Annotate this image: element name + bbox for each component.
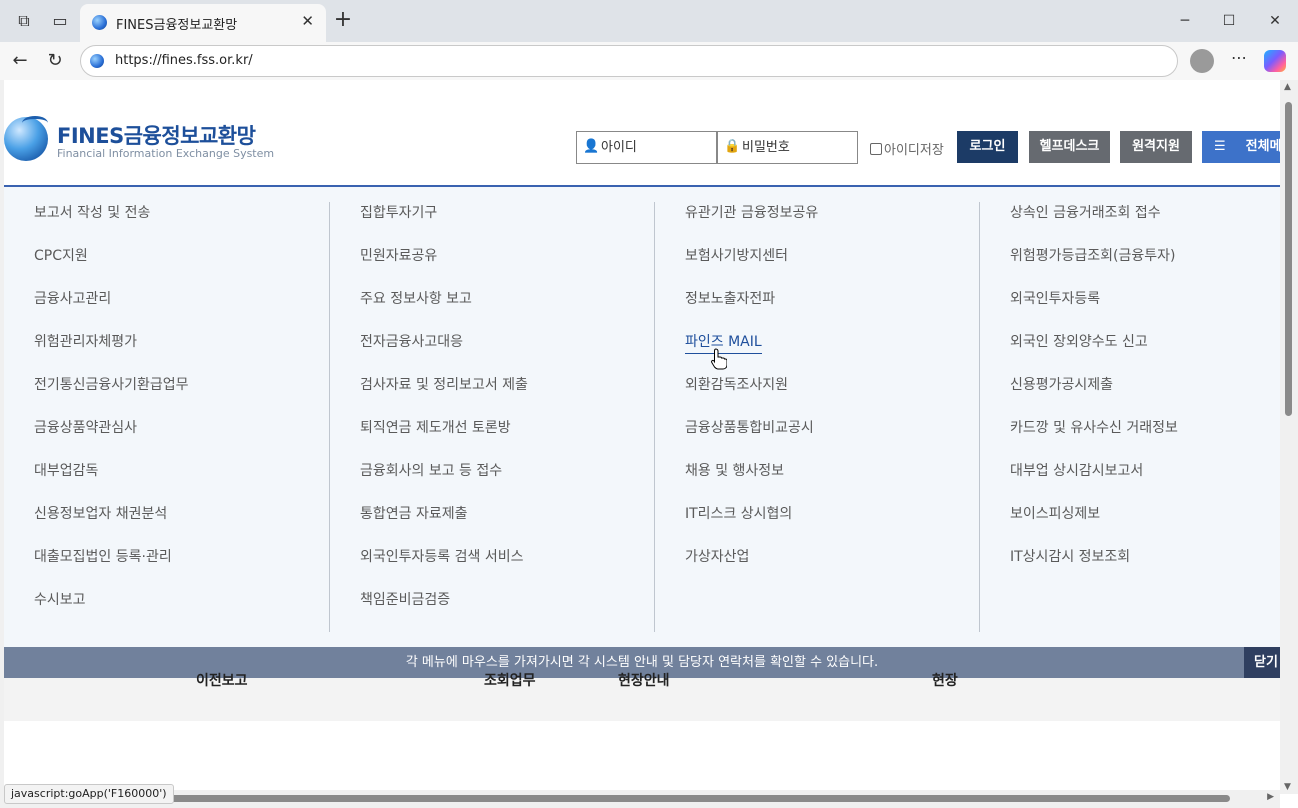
- back-icon[interactable]: ←: [7, 48, 33, 74]
- behind-label: 현장안내: [618, 673, 670, 689]
- url-text[interactable]: https://fines.fss.or.kr/: [115, 53, 253, 68]
- behind-label: 현장: [932, 673, 958, 689]
- menu-item[interactable]: 유관기관 금융정보공유: [685, 202, 818, 222]
- window-close-icon[interactable]: ✕: [1262, 8, 1288, 34]
- menu-column-1: 보고서 작성 및 전송 CPC지원금융사고관리위험관리자체평가전기통신금융사기환급…: [4, 202, 330, 632]
- menu-item[interactable]: 전기통신금융사기환급업무: [34, 374, 189, 394]
- menu-item[interactable]: 검사자료 및 정리보고서 제출: [360, 374, 528, 394]
- new-tab-icon[interactable]: +: [330, 8, 356, 34]
- logo-swoosh: [22, 116, 48, 130]
- menu-item[interactable]: 대출모집법인 등록·관리: [34, 546, 172, 566]
- browser-tab[interactable]: FINES금융정보교환망 ✕: [80, 4, 326, 42]
- menu-item[interactable]: 신용평가공시제출: [1010, 374, 1113, 394]
- menu-item[interactable]: 외국인 장외양수도 신고: [1010, 331, 1148, 351]
- behind-label: 이전보고: [196, 673, 248, 689]
- menu-item[interactable]: 책임준비금검증: [360, 589, 450, 609]
- page-viewport: FINES금융정보교환망 Financial Information Excha…: [4, 80, 1298, 808]
- menu-item[interactable]: 민원자료공유: [360, 245, 437, 265]
- reload-icon[interactable]: ↻: [42, 48, 68, 74]
- tab-actions-icon[interactable]: ▭: [48, 9, 72, 33]
- menu-item[interactable]: 외국인투자등록: [1010, 288, 1100, 308]
- menu-item[interactable]: 주요 정보사항 보고: [360, 288, 472, 308]
- menu-item[interactable]: 신용정보업자 채권분석: [34, 503, 167, 523]
- more-options-icon[interactable]: ⋯: [1227, 48, 1251, 67]
- notice-text: 각 메뉴에 마우스를 가져가시면 각 시스템 안내 및 담당자 연락처를 확인할…: [405, 655, 879, 670]
- horizontal-scrollbar[interactable]: ▶: [4, 790, 1280, 808]
- vertical-scroll-thumb[interactable]: [1285, 102, 1292, 416]
- checkbox-icon[interactable]: [870, 143, 882, 155]
- copilot-icon[interactable]: [1264, 50, 1286, 72]
- menu-item[interactable]: IT상시감시 정보조회: [1010, 546, 1130, 566]
- menu-item[interactable]: 위험평가등급조회(금융투자): [1010, 245, 1175, 265]
- hand-cursor-icon: [711, 348, 727, 370]
- menu-item[interactable]: 금융회사의 보고 등 접수: [360, 460, 502, 480]
- id-input[interactable]: [601, 136, 711, 158]
- menu-item[interactable]: 통합연금 자료제출: [360, 503, 468, 523]
- all-menu-button[interactable]: ☰ 전체메: [1202, 131, 1280, 163]
- menu-item[interactable]: 외환감독조사지원: [685, 374, 788, 394]
- site-favicon-icon: [92, 15, 107, 30]
- user-icon: 👤: [583, 139, 600, 154]
- menu-item[interactable]: 정보노출자전파: [685, 288, 775, 308]
- id-field[interactable]: 👤: [576, 131, 717, 164]
- underlying-content-row: 이전보고 조회업무 현장안내 현장: [4, 673, 1280, 721]
- password-input[interactable]: [742, 136, 852, 158]
- menu-item[interactable]: 금융상품통합비교공시: [685, 417, 814, 437]
- address-bar[interactable]: https://fines.fss.or.kr/: [80, 45, 1178, 77]
- save-id-label: 아이디저장: [884, 143, 944, 158]
- logo-subtitle: Financial Information Exchange System: [57, 147, 275, 160]
- helpdesk-button[interactable]: 헬프데스크: [1029, 131, 1110, 163]
- login-button[interactable]: 로그인: [957, 131, 1018, 163]
- password-field[interactable]: 🔒: [717, 131, 858, 164]
- menu-item[interactable]: 금융상품약관심사: [34, 417, 137, 437]
- vertical-scrollbar[interactable]: ▲ ▼: [1280, 80, 1298, 794]
- logo-title[interactable]: FINES금융정보교환망: [57, 120, 256, 150]
- behind-label: 조회업무: [484, 673, 536, 689]
- menu-item[interactable]: IT리스크 상시협의: [685, 503, 792, 523]
- menu-column-3: 유관기관 금융정보공유 보험사기방지센터 정보노출자전파 파인즈 MAIL 외환감독조사…: [655, 202, 981, 632]
- site-info-icon[interactable]: [90, 54, 104, 68]
- menu-item[interactable]: 상속인 금융거래조회 접수: [1010, 202, 1161, 222]
- menu-item[interactable]: 집합투자기구: [360, 202, 437, 222]
- save-id-checkbox[interactable]: 아이디저장: [870, 139, 944, 158]
- horizontal-scroll-thumb[interactable]: [154, 795, 1230, 802]
- all-menu-label: 전체메: [1245, 139, 1280, 154]
- menu-item[interactable]: 보이스피싱제보: [1010, 503, 1100, 523]
- site-header: FINES금융정보교환망 Financial Information Excha…: [4, 80, 1280, 187]
- profile-avatar-icon[interactable]: [1190, 49, 1214, 73]
- remote-support-button[interactable]: 원격지원: [1120, 131, 1192, 163]
- menu-item[interactable]: 위험관리자체평가: [34, 331, 137, 351]
- menu-item[interactable]: 전자금융사고대응: [360, 331, 463, 351]
- menu-item[interactable]: 채용 및 행사정보: [685, 460, 784, 480]
- lock-icon: 🔒: [724, 139, 741, 154]
- menu-item[interactable]: 외국인투자등록 검색 서비스: [360, 546, 523, 566]
- menu-item[interactable]: CPC지원: [34, 245, 88, 265]
- menu-item[interactable]: 대부업 상시감시보고서: [1010, 460, 1143, 480]
- close-menu-button[interactable]: 닫기: [1244, 647, 1280, 678]
- menu-column-4: 상속인 금융거래조회 접수위험평가등급조회(금융투자) 외국인투자등록외국인 장외…: [980, 202, 1298, 632]
- scroll-down-icon[interactable]: ▼: [1284, 782, 1291, 792]
- menu-item[interactable]: 대부업감독: [34, 460, 98, 480]
- menu-item[interactable]: 가상자산업: [685, 546, 749, 566]
- scroll-right-icon[interactable]: ▶: [1267, 792, 1274, 802]
- address-toolbar: ← ↻ https://fines.fss.or.kr/ ⋯: [0, 42, 1298, 80]
- menu-item[interactable]: 보험사기방지센터: [685, 245, 788, 265]
- menu-item[interactable]: 금융사고관리: [34, 288, 111, 308]
- menu-item[interactable]: 퇴직연금 제도개선 토론방: [360, 417, 511, 437]
- scroll-up-icon[interactable]: ▲: [1284, 82, 1291, 92]
- menu-item[interactable]: 수시보고: [34, 589, 86, 609]
- tab-close-icon[interactable]: ✕: [301, 12, 314, 30]
- status-link-preview: javascript:goApp('F160000'): [4, 784, 174, 804]
- menu-column-2: 집합투자기구민원자료공유주요 정보사항 보고전자금융사고대응검사자료 및 정리보…: [330, 202, 656, 632]
- hamburger-icon: ☰: [1214, 139, 1226, 154]
- menu-item[interactable]: 카드깡 및 유사수신 거래정보: [1010, 417, 1178, 437]
- maximize-icon[interactable]: ☐: [1216, 8, 1242, 34]
- menu-item[interactable]: 보고서 작성 및 전송: [34, 202, 150, 222]
- mega-menu: 보고서 작성 및 전송 CPC지원금융사고관리위험관리자체평가전기통신금융사기환급…: [4, 187, 1280, 647]
- browser-tab-bar: ⧉ ▭ FINES금융정보교환망 ✕ + ─ ☐ ✕: [0, 0, 1298, 42]
- workspaces-icon[interactable]: ⧉: [12, 9, 36, 33]
- tab-title: FINES금융정보교환망: [116, 18, 238, 33]
- minimize-icon[interactable]: ─: [1172, 8, 1198, 34]
